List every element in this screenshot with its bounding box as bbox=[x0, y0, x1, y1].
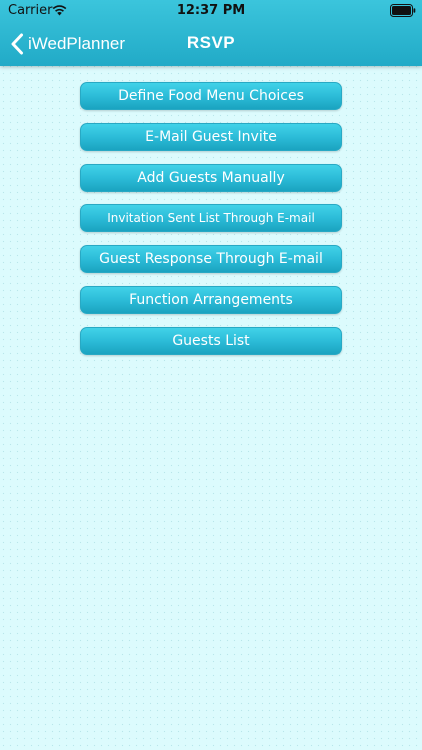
back-button[interactable]: iWedPlanner bbox=[10, 31, 125, 57]
battery-icon bbox=[390, 4, 416, 17]
add-guests-manually-button[interactable]: Add Guests Manually bbox=[80, 163, 342, 192]
status-bar: Carrier 12:37 PM bbox=[0, 0, 422, 22]
guest-response-email-button[interactable]: Guest Response Through E-mail bbox=[80, 245, 342, 274]
back-button-label: iWedPlanner bbox=[28, 34, 126, 53]
invitation-sent-list-button[interactable]: Invitation Sent List Through E-mail bbox=[80, 204, 342, 233]
page-title: RSVP bbox=[186, 33, 236, 52]
guests-list-button[interactable]: Guests List bbox=[80, 326, 342, 355]
define-food-menu-choices-button[interactable]: Define Food Menu Choices bbox=[80, 82, 342, 110]
chevron-left-icon bbox=[11, 33, 23, 55]
email-guest-invite-button[interactable]: E-Mail Guest Invite bbox=[80, 122, 342, 151]
rsvp-menu: Define Food Menu Choices E-Mail Guest In… bbox=[80, 82, 342, 368]
clock: 12:37 PM bbox=[176, 3, 246, 18]
top-bar: Carrier 12:37 PM iWedPlanner RSVP bbox=[0, 0, 422, 66]
navigation-bar: iWedPlanner RSVP bbox=[0, 22, 422, 66]
function-arrangements-button[interactable]: Function Arrangements bbox=[80, 285, 342, 314]
